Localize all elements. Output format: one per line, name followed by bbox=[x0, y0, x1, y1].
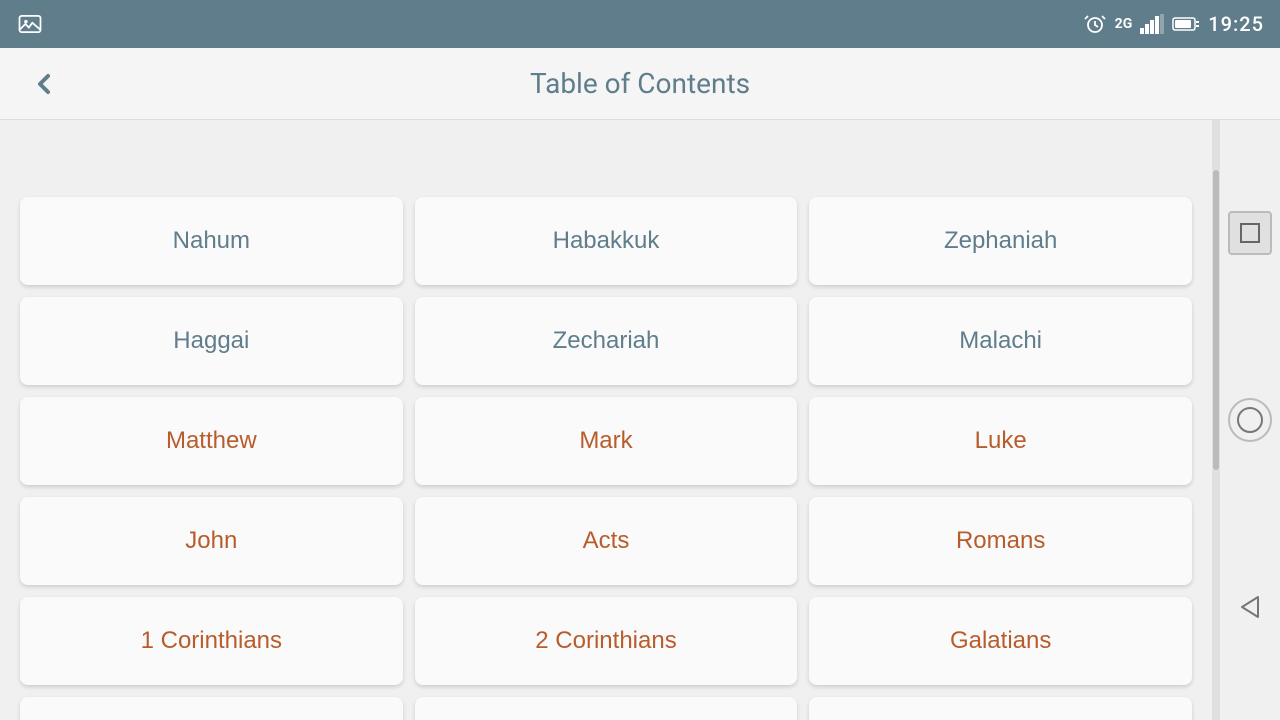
book-haggai[interactable]: Haggai bbox=[20, 297, 403, 385]
signal-bars-icon bbox=[1140, 14, 1164, 34]
square-nav-button[interactable] bbox=[1228, 211, 1272, 255]
list-item[interactable] bbox=[809, 697, 1192, 720]
circle-nav-button[interactable] bbox=[1228, 398, 1272, 442]
book-malachi[interactable]: Malachi bbox=[809, 297, 1192, 385]
content-wrapper: Nahum Habakkuk Zephaniah Haggai Zecharia… bbox=[0, 120, 1280, 720]
book-2-corinthians[interactable]: 2 Corinthians bbox=[415, 597, 798, 685]
toolbar: Table of Contents bbox=[0, 48, 1280, 120]
alarm-icon bbox=[1083, 12, 1107, 36]
signal-2g-label: 2G bbox=[1115, 16, 1133, 32]
main-content[interactable]: Nahum Habakkuk Zephaniah Haggai Zecharia… bbox=[0, 120, 1212, 720]
book-zechariah[interactable]: Zechariah bbox=[415, 297, 798, 385]
book-acts[interactable]: Acts bbox=[415, 497, 798, 585]
page-title: Table of Contents bbox=[530, 67, 750, 100]
triangle-back-icon bbox=[1236, 593, 1264, 621]
book-zephaniah[interactable]: Zephaniah bbox=[809, 197, 1192, 285]
nav-buttons bbox=[1220, 120, 1280, 720]
book-mark[interactable]: Mark bbox=[415, 397, 798, 485]
book-grid: Nahum Habakkuk Zephaniah Haggai Zecharia… bbox=[20, 130, 1192, 720]
list-item[interactable] bbox=[415, 697, 798, 720]
battery-icon bbox=[1172, 15, 1200, 33]
square-icon bbox=[1239, 222, 1261, 244]
back-nav-button[interactable] bbox=[1228, 585, 1272, 629]
list-item[interactable] bbox=[20, 697, 403, 720]
book-habakkuk[interactable]: Habakkuk bbox=[415, 197, 798, 285]
book-matthew[interactable]: Matthew bbox=[20, 397, 403, 485]
status-bar: 2G 19:25 bbox=[0, 0, 1280, 48]
scroll-track bbox=[1212, 120, 1220, 720]
photo-icon bbox=[16, 10, 44, 38]
book-1-corinthians[interactable]: 1 Corinthians bbox=[20, 597, 403, 685]
back-arrow-icon bbox=[28, 68, 60, 100]
status-bar-right-icons: 2G 19:25 bbox=[1083, 12, 1264, 36]
status-bar-left-icons bbox=[16, 10, 44, 38]
circle-icon bbox=[1235, 405, 1265, 435]
book-john[interactable]: John bbox=[20, 497, 403, 585]
scroll-thumb[interactable] bbox=[1213, 170, 1219, 470]
back-button[interactable] bbox=[20, 60, 68, 108]
book-galatians[interactable]: Galatians bbox=[809, 597, 1192, 685]
book-romans[interactable]: Romans bbox=[809, 497, 1192, 585]
book-nahum[interactable]: Nahum bbox=[20, 197, 403, 285]
status-time: 19:25 bbox=[1208, 12, 1264, 36]
book-luke[interactable]: Luke bbox=[809, 397, 1192, 485]
